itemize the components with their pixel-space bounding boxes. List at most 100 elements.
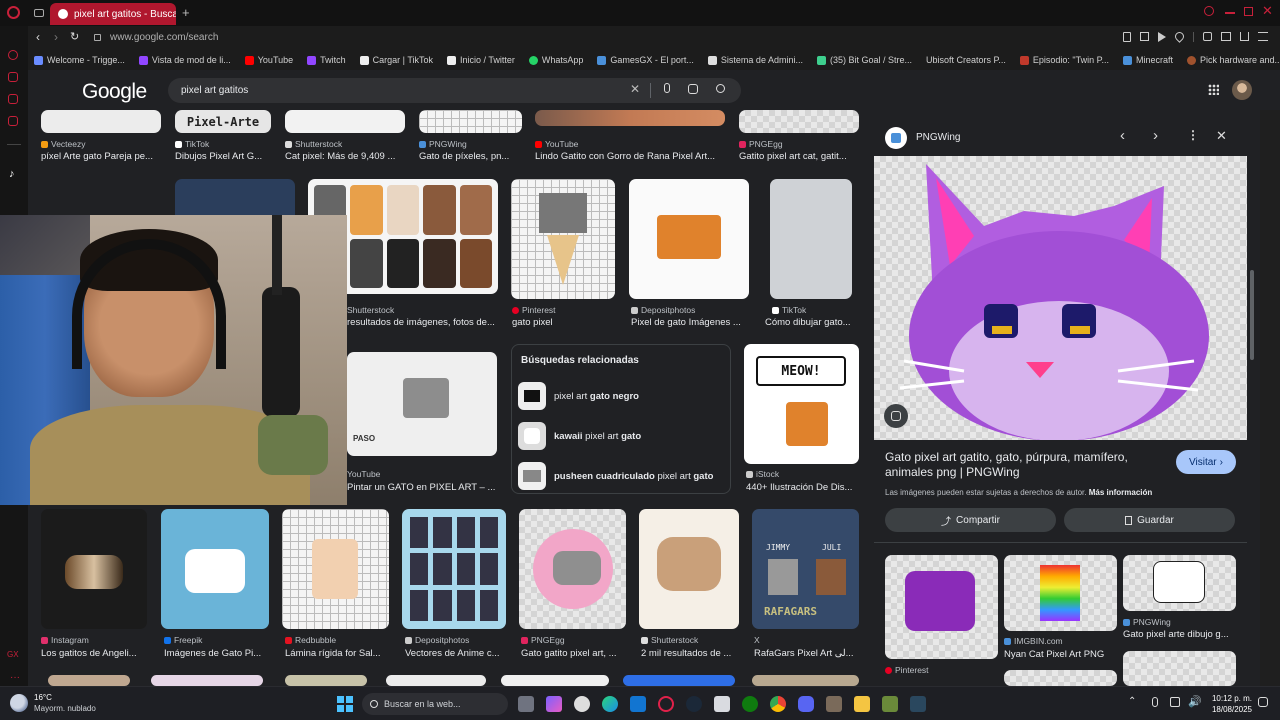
similar-image[interactable] <box>885 555 998 659</box>
wallet-icon[interactable] <box>1221 32 1231 41</box>
menu-icon[interactable] <box>1258 32 1268 41</box>
similar-image[interactable] <box>1123 651 1236 686</box>
image-result-thumb[interactable] <box>752 675 859 686</box>
result-title[interactable]: 2 mil resultados de ... <box>641 648 741 659</box>
opera-gx-icon[interactable] <box>658 696 674 712</box>
back-icon[interactable]: ‹ <box>36 30 40 44</box>
image-result-thumb[interactable] <box>629 179 749 299</box>
taskbar-search[interactable]: Buscar en la web... <box>362 693 508 715</box>
workspace-icon[interactable] <box>8 94 18 104</box>
image-result-thumb[interactable]: MEOW! <box>744 344 859 464</box>
bookmark-item[interactable]: Welcome - Trigge... <box>34 55 125 65</box>
url-field[interactable]: www.google.com/search <box>110 32 218 43</box>
bookmark-item[interactable]: Minecraft <box>1122 55 1173 65</box>
gx-icon[interactable]: GX <box>7 650 19 659</box>
share-button[interactable]: ⤴ Compartir <box>885 508 1056 532</box>
image-result-thumb[interactable] <box>511 179 615 299</box>
image-result-thumb[interactable] <box>161 509 269 629</box>
image-result-thumb[interactable] <box>639 509 739 629</box>
lens-icon[interactable] <box>884 404 908 428</box>
close-panel-icon[interactable]: ✕ <box>1216 128 1227 144</box>
tab-active[interactable]: pixel art gatitos - Buscar c <box>50 3 176 25</box>
search-input[interactable]: pixel art gatitos <box>168 78 741 103</box>
result-title[interactable]: Cómo dibujar gato... <box>765 317 855 328</box>
image-result-thumb[interactable] <box>48 675 130 686</box>
snapshot-icon[interactable] <box>1140 32 1149 41</box>
result-title[interactable]: Nyan Cat Pixel Art PNG <box>1004 649 1119 660</box>
chrome-icon[interactable] <box>770 696 786 712</box>
search-tabs-icon[interactable] <box>1204 6 1214 16</box>
related-item[interactable]: kawaii pixel art gato <box>518 422 718 450</box>
clock[interactable]: 10:12 p. m. 18/08/2025 <box>1206 693 1252 715</box>
result-title[interactable]: Lámina rígida for Sal... <box>285 648 391 659</box>
image-result-thumb[interactable] <box>623 675 735 686</box>
discord-icon[interactable] <box>798 696 814 712</box>
outlook-icon[interactable] <box>630 696 646 712</box>
panel-scrollbar[interactable] <box>1250 270 1254 360</box>
more-info-link[interactable]: Más información <box>1089 488 1153 497</box>
image-result-thumb[interactable] <box>285 675 367 686</box>
result-title[interactable]: resultados de imágenes, fotos de... <box>347 317 497 328</box>
bookmark-item[interactable]: YouTube <box>244 55 293 65</box>
result-title[interactable]: Gatito pixel art cat, gatit... <box>739 151 864 162</box>
bookmark-item[interactable]: Inicio / Twitter <box>447 55 515 65</box>
microphone-icon[interactable] <box>1152 697 1158 707</box>
game-icon[interactable] <box>826 696 842 712</box>
bookmark-item[interactable]: Episodio: "Twin P... <box>1019 55 1109 65</box>
image-result-thumb[interactable]: PASO <box>347 352 497 456</box>
tab-islands-icon[interactable] <box>34 9 44 17</box>
image-result-thumb[interactable] <box>419 110 522 133</box>
more-options-icon[interactable]: ⋮ <box>1187 128 1199 142</box>
bookmark-item[interactable]: Pick hardware and... <box>1186 55 1280 65</box>
result-title[interactable]: 440+ Ilustración De Dis... <box>746 482 858 493</box>
github-icon[interactable] <box>574 696 590 712</box>
bookmark-item[interactable]: GamesGX - El port... <box>597 55 694 65</box>
volume-icon[interactable]: 🔊 <box>1188 695 1202 708</box>
messenger-icon[interactable] <box>8 116 18 126</box>
bookmark-item[interactable]: Vista de mod de li... <box>138 55 231 65</box>
related-item[interactable]: pusheen cuadriculado pixel art gato <box>518 462 718 490</box>
forward-icon[interactable]: › <box>54 30 58 44</box>
task-view-icon[interactable] <box>518 696 534 712</box>
maximize-button[interactable] <box>1244 7 1253 16</box>
notification-icon[interactable] <box>1258 697 1268 707</box>
file-explorer-icon[interactable] <box>854 696 870 712</box>
related-item[interactable]: pixel art gato negro <box>518 382 718 410</box>
bookmark-item[interactable]: Cargar | TikTok <box>359 55 433 65</box>
result-title[interactable]: Vectores de Anime c... <box>405 648 509 659</box>
result-title[interactable]: Lindo Gatito con Gorro de Rana Pixel Art… <box>535 151 725 162</box>
result-title[interactable]: RafaGars Pixel Art لی... <box>754 648 860 659</box>
image-result-thumb[interactable]: JIMMY JULI RAFAGARS <box>752 509 859 629</box>
image-result-thumb[interactable] <box>519 509 626 629</box>
result-title[interactable]: Gato de píxeles, pn... <box>419 151 525 162</box>
voice-search-icon[interactable] <box>664 83 670 93</box>
more-icon[interactable]: ··· <box>10 672 20 683</box>
preview-image[interactable] <box>874 156 1247 440</box>
result-title[interactable]: Cat pixel: Más de 9,409 ... <box>285 151 410 162</box>
image-result-thumb[interactable] <box>151 675 263 686</box>
result-title[interactable]: Pixel de gato Imágenes ... <box>631 317 749 328</box>
clear-search-icon[interactable]: ✕ <box>630 82 640 96</box>
bookmark-item[interactable]: Twitch <box>307 55 346 65</box>
reload-icon[interactable]: ↻ <box>70 30 79 43</box>
steam-icon[interactable] <box>910 696 926 712</box>
tiktok-sidebar-icon[interactable]: ♪ <box>9 168 15 180</box>
opera-logo-icon[interactable] <box>7 6 20 19</box>
bookmark-item[interactable]: Ubisoft Creators P... <box>926 55 1006 65</box>
site-name[interactable]: PNGWing <box>916 132 960 143</box>
result-title[interactable]: Pintar un GATO en PIXEL ART – ... <box>347 482 497 493</box>
image-result-thumb[interactable] <box>739 110 859 133</box>
result-title[interactable]: gato pixel <box>512 317 616 328</box>
image-result-thumb[interactable] <box>282 509 389 629</box>
start-button[interactable] <box>337 696 353 712</box>
bookmark-item[interactable]: (35) Bit Goal / Stre... <box>816 55 912 65</box>
minecraft-icon[interactable] <box>882 696 898 712</box>
prev-image-icon[interactable]: ‹ <box>1120 127 1125 144</box>
close-window-button[interactable]: ✕ <box>1262 3 1273 19</box>
result-title[interactable]: Gato gatito pixel art, ... <box>521 648 627 659</box>
image-result-thumb[interactable] <box>770 179 852 299</box>
result-title[interactable]: píxel Arte gato Pareja pe... <box>41 151 166 162</box>
edge-icon[interactable] <box>602 696 618 712</box>
avatar[interactable] <box>1232 80 1252 100</box>
visit-button[interactable]: Visitar › <box>1176 450 1236 474</box>
